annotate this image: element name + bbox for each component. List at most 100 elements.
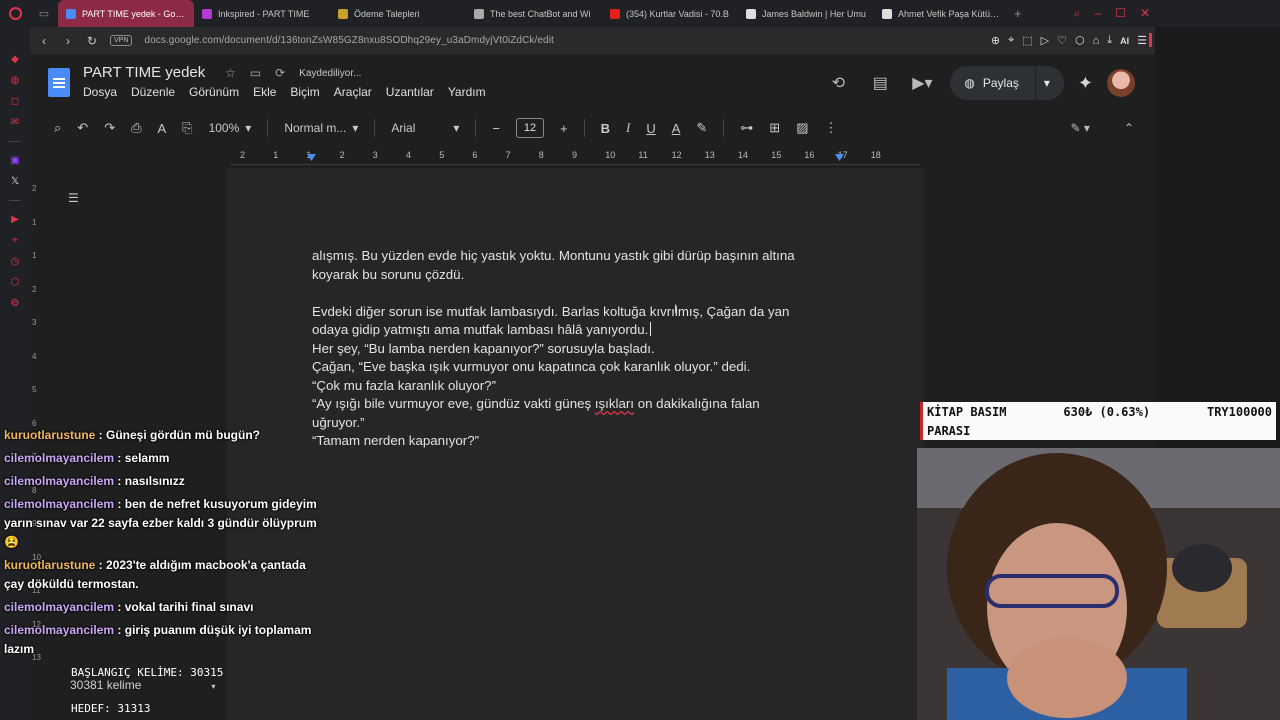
italic-icon[interactable]: I (626, 120, 630, 136)
browser-tab[interactable]: Ödeme Talepleri (330, 0, 466, 27)
document-page[interactable]: alışmış. Bu yüzden evde hiç yastık yoktu… (227, 168, 924, 720)
underline-icon[interactable]: U (646, 121, 655, 136)
ai-button[interactable]: AI (1120, 36, 1129, 46)
star-icon[interactable]: ☆ (225, 66, 236, 80)
minimize-icon[interactable]: – (1094, 6, 1101, 21)
reload-icon[interactable]: ↻ (86, 34, 98, 48)
opera-logo-icon[interactable] (0, 0, 30, 27)
redo-icon[interactable]: ↷ (104, 120, 115, 136)
paint-format-icon[interactable]: ⎘ (182, 120, 192, 136)
pin-icon[interactable]: ⌖ (9, 234, 22, 247)
search-menus-icon[interactable]: ⌕ (54, 120, 61, 136)
insert-image-icon[interactable]: ▨ (796, 120, 808, 136)
chevron-down-icon[interactable]: ▾ (1044, 76, 1050, 90)
font-size-input[interactable]: 12 (515, 118, 544, 138)
meet-icon[interactable]: ▶▾ (908, 73, 936, 93)
menu-item[interactable]: Uzantılar (386, 85, 434, 99)
menu-item[interactable]: Araçlar (334, 85, 372, 99)
browser-tab[interactable]: (354) Kurtlar Vadisi - 70.B (602, 0, 738, 27)
increase-font-size-icon[interactable]: + (560, 121, 568, 136)
document-line[interactable]: Evdeki diğer sorun ise mutfak lambasıydı… (312, 303, 832, 322)
zoom-icon[interactable]: ⊕ (991, 34, 1000, 47)
document-line[interactable] (312, 284, 832, 303)
menu-item[interactable]: Düzenle (131, 85, 175, 99)
wallet-icon[interactable]: ⌂ (1093, 35, 1100, 47)
document-line[interactable]: “Çok mu fazla karanlık oluyor?” (312, 377, 832, 396)
browser-tab[interactable]: Inkspired - PART TIME (194, 0, 330, 27)
url-field[interactable]: docs.google.com/document/d/136tonZsW85GZ… (144, 35, 553, 46)
document-line[interactable]: uğruyor.” (312, 414, 832, 433)
player-icon[interactable]: ▶ (9, 213, 22, 226)
avatar[interactable] (1107, 69, 1135, 97)
aria-icon[interactable]: ◆ (9, 53, 22, 66)
document-line[interactable]: “Ay ışığı bile vurmuyor eve, gündüz vakt… (312, 395, 832, 414)
search-tabs-icon[interactable]: ⌕ (1074, 6, 1081, 21)
extensions-icon[interactable]: ⬡ (9, 276, 22, 289)
document-line[interactable]: Her şey, “Bu lamba nerden kapanıyor?” so… (312, 340, 832, 359)
forward-icon[interactable]: › (62, 34, 74, 48)
settings-icon[interactable]: ⚙ (9, 297, 22, 310)
spellcheck-icon[interactable]: A (158, 121, 167, 136)
gemini-icon[interactable]: ✦ (1078, 73, 1093, 94)
close-window-icon[interactable]: ✕ (1140, 6, 1150, 21)
messenger-icon[interactable]: ◍ (9, 74, 22, 87)
instagram-icon[interactable]: ◻ (9, 95, 22, 108)
version-history-icon[interactable]: ⟲ (824, 73, 852, 93)
back-icon[interactable]: ‹ (38, 34, 50, 48)
maximize-icon[interactable]: ☐ (1115, 6, 1126, 21)
print-icon[interactable]: ⎙ (131, 120, 141, 136)
mail-icon[interactable]: ✉ (9, 116, 22, 129)
document-line[interactable]: alışmış. Bu yüzden evde hiç yastık yoktu… (312, 247, 832, 266)
extensions-puzzle-icon[interactable]: ⬡ (1075, 34, 1085, 47)
text-color-icon[interactable]: A (672, 121, 681, 136)
bookmark-icon[interactable]: ♡ (1057, 34, 1067, 47)
undo-icon[interactable]: ↶ (77, 120, 88, 136)
decrease-font-size-icon[interactable]: − (492, 121, 500, 136)
chat-message: cilemolmayancilem : selamm (0, 447, 330, 470)
menu-icon[interactable]: ☰ (1137, 34, 1147, 47)
move-folder-icon[interactable]: ▭ (250, 66, 261, 80)
paragraph-style-select[interactable]: Normal m... ▾ (284, 121, 358, 135)
share-button[interactable]: ◍ Paylaş ▾ (950, 66, 1064, 100)
document-line[interactable]: “Tamam nerden kapanıyor?” (312, 432, 832, 451)
snapshot-icon[interactable]: ⬚ (1022, 34, 1032, 47)
x-icon[interactable]: 𝕏 (9, 175, 22, 188)
vpn-badge[interactable]: VPN (110, 35, 133, 46)
pin-page-icon[interactable]: ⌖ (1008, 34, 1014, 47)
link-icon[interactable]: ⊶ (740, 120, 753, 136)
document-body[interactable]: alışmış. Bu yüzden evde hiç yastık yoktu… (312, 247, 832, 451)
menu-item[interactable]: Biçim (290, 85, 319, 99)
browser-tab[interactable]: PART TIME yedek - Google (58, 0, 194, 27)
editing-mode-icon[interactable]: ✎ ▾ (1071, 121, 1090, 135)
tab-menu-icon[interactable]: ▭ (30, 0, 58, 27)
font-select[interactable]: Arial ▾ (391, 121, 459, 135)
browser-tab[interactable]: James Baldwin | Her Umu (738, 0, 874, 27)
play-icon[interactable]: ▷ (1041, 34, 1049, 47)
comments-icon[interactable]: ▤ (866, 73, 894, 93)
menu-item[interactable]: Yardım (448, 85, 486, 99)
more-options-icon[interactable]: ⋮ (824, 120, 837, 136)
twitch-icon[interactable]: ▣ (9, 154, 22, 167)
menu-item[interactable]: Ekle (253, 85, 276, 99)
highlight-icon[interactable]: ✎ (696, 120, 707, 136)
misspelled-word[interactable]: ışıkları (595, 396, 634, 411)
zoom-select[interactable]: 100% ▾ (209, 121, 252, 135)
menu-item[interactable]: Dosya (83, 85, 117, 99)
document-line[interactable]: koyarak bu sorunu çözdü. (312, 266, 832, 285)
bold-icon[interactable]: B (601, 121, 610, 136)
collapse-menus-icon[interactable]: ⌃ (1124, 121, 1134, 135)
browser-tab[interactable]: The best ChatBot and Wi (466, 0, 602, 27)
word-count-widget[interactable]: 30381 kelime ▾ (70, 678, 215, 692)
history-icon[interactable]: ◷ (9, 255, 22, 268)
document-line[interactable]: odaya gidip yatmıştı ama mutfak lambası … (312, 321, 832, 340)
download-icon[interactable]: ⤓ (1107, 34, 1112, 47)
add-comment-icon[interactable]: ⊞ (769, 120, 780, 136)
new-tab-button[interactable]: + (1014, 6, 1022, 21)
menu-item[interactable]: Görünüm (189, 85, 239, 99)
document-title[interactable]: PART TIME yedek (83, 64, 205, 81)
document-line[interactable]: Çağan, “Eve başka ışık vurmuyor onu kapa… (312, 358, 832, 377)
document-outline-icon[interactable]: ☰ (68, 191, 79, 205)
docs-logo-icon[interactable] (48, 68, 70, 97)
browser-tab[interactable]: Ahmet Vefik Paşa Kütüpha (874, 0, 1010, 27)
chevron-down-icon[interactable]: ▾ (211, 682, 215, 691)
